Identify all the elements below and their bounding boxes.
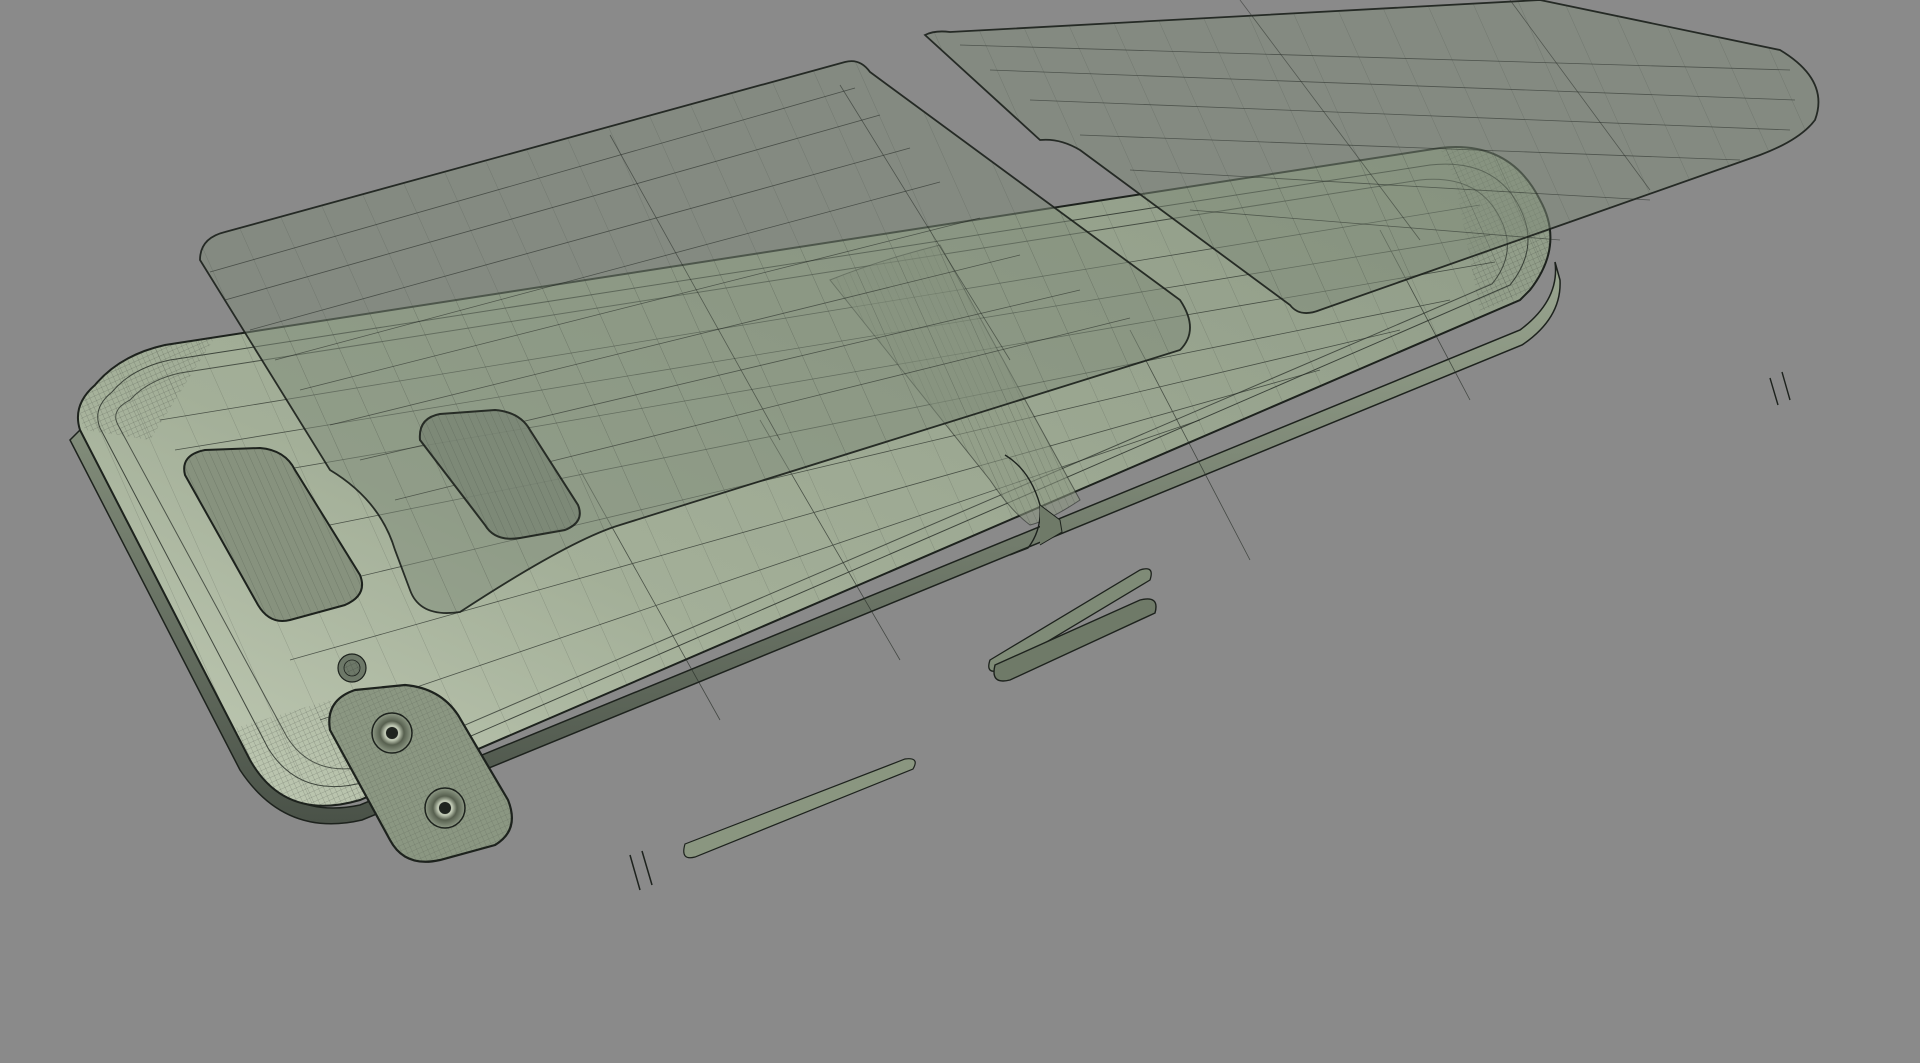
wireframe-render xyxy=(69,0,1820,891)
3d-viewport[interactable] xyxy=(0,0,1920,1063)
side-button-lower xyxy=(683,758,916,859)
